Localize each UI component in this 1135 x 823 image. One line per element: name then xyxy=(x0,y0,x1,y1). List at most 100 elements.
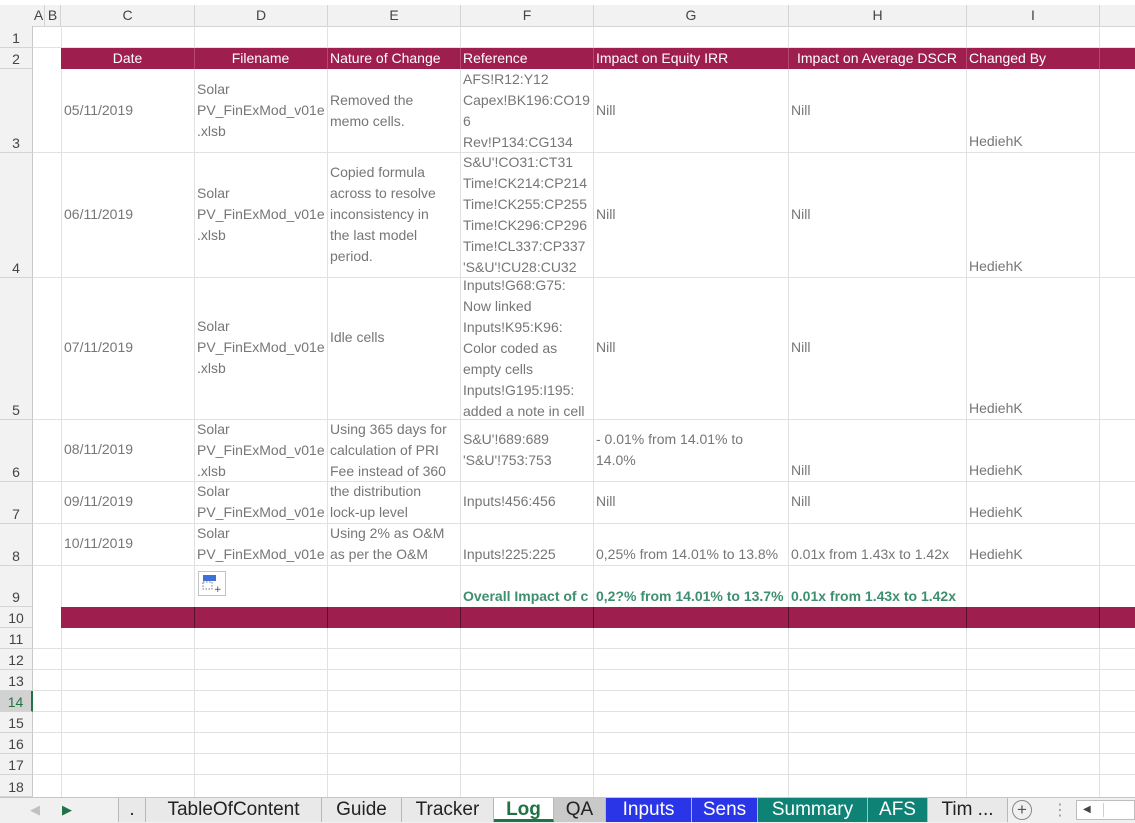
overall-dscr[interactable]: 0.01x from 1.43x to 1.42x xyxy=(791,586,966,607)
sheet-tab-qa[interactable]: QA xyxy=(554,798,606,822)
paste-options-icon[interactable]: + xyxy=(198,571,226,596)
col-header-d[interactable]: D xyxy=(195,5,328,26)
cell-reference[interactable]: Inputs!456:456 xyxy=(463,491,556,512)
cell-date[interactable]: 09/11/2019 xyxy=(64,491,133,512)
cell-reference[interactable]: AFS!R12:Y12 Capex!BK196:CO19 6 Rev!P134:… xyxy=(463,69,593,153)
cell-dscr[interactable]: Nill xyxy=(791,337,810,358)
overall-irr[interactable]: 0,2?% from 14.01% to 13.7% xyxy=(596,586,788,607)
sheet-tab-inputs[interactable]: Inputs xyxy=(606,798,692,822)
row-header-12[interactable]: 12 xyxy=(0,649,33,670)
sheet-tab-time[interactable]: Tim ... xyxy=(928,798,1008,822)
plus-circle-icon[interactable]: + xyxy=(1012,800,1032,820)
row-header-7[interactable]: 7 xyxy=(0,482,33,524)
scroll-left-icon[interactable]: ◀ xyxy=(1083,804,1091,815)
col-header-i[interactable]: I xyxy=(967,5,1100,26)
col-header-e[interactable]: E xyxy=(328,5,461,26)
cell-filename[interactable]: Solar PV_FinExMod_v01e .xlsb xyxy=(197,183,327,246)
sheet-tab-guide[interactable]: Guide xyxy=(322,798,402,822)
cell-date[interactable]: 08/11/2019 xyxy=(64,439,133,460)
sheet-tab-dot[interactable]: . xyxy=(118,798,146,822)
row-header-6[interactable]: 6 xyxy=(0,420,33,482)
cell-changed-by[interactable]: HediehK xyxy=(969,131,1023,152)
cell-changed-by[interactable]: HediehK xyxy=(969,256,1023,277)
header-changed-by[interactable]: Changed By xyxy=(969,48,1100,68)
sheet-tab-tracker[interactable]: Tracker xyxy=(402,798,494,822)
cell-reference[interactable]: S&U'!689:689 'S&U'!753:753 xyxy=(463,429,593,471)
row-header-2[interactable]: 2 xyxy=(0,48,33,69)
header-nature[interactable]: Nature of Change xyxy=(330,48,461,68)
cell-date[interactable]: 07/11/2019 xyxy=(64,337,133,358)
cell-changed-by[interactable]: HediehK xyxy=(969,460,1023,481)
row-header-17[interactable]: 17 xyxy=(0,754,33,775)
col-header-h[interactable]: H xyxy=(789,5,967,26)
header-reference[interactable]: Reference xyxy=(463,48,594,68)
cell-nature[interactable]: Using 2% as O&M as per the O&M xyxy=(330,523,460,566)
cell-nature[interactable]: Copied formula across to resolve inconsi… xyxy=(330,162,460,267)
cell-reference[interactable]: Inputs!G68:G75: Now linked Inputs!K95:K9… xyxy=(463,275,593,420)
scroll-thumb[interactable] xyxy=(1103,803,1134,817)
cell-irr[interactable]: Nill xyxy=(596,337,615,358)
sheet-tab-tableofcontent[interactable]: TableOfContent xyxy=(146,798,322,822)
row-header-9[interactable]: 9 xyxy=(0,566,33,607)
row-header-8[interactable]: 8 xyxy=(0,524,33,566)
gridline xyxy=(33,774,1135,775)
triangle-left-icon[interactable]: ◀ xyxy=(30,802,40,818)
sheet-tab-log[interactable]: Log xyxy=(494,798,554,822)
row-header-14[interactable]: 14 xyxy=(0,691,33,712)
cell-nature[interactable]: Using 365 days for calculation of PRI Fe… xyxy=(330,419,460,482)
row-header-4[interactable]: 4 xyxy=(0,153,33,278)
cell-filename[interactable]: Solar PV_FinExMod_v01e .xlsb xyxy=(197,316,327,379)
row-header-11[interactable]: 11 xyxy=(0,628,33,649)
header-dscr[interactable]: Impact on Average DSCR xyxy=(797,48,967,68)
cell-dscr[interactable]: Nill xyxy=(791,460,810,481)
header-filename[interactable]: Filename xyxy=(194,48,327,68)
cell-filename[interactable]: Solar PV_FinExMod_v01e .xlsb xyxy=(197,419,327,482)
header-irr[interactable]: Impact on Equity IRR xyxy=(596,48,789,68)
cell-filename[interactable]: Solar PV_FinExMod_v01e xyxy=(197,523,327,566)
cell-irr[interactable]: Nill xyxy=(596,491,615,512)
cell-reference[interactable]: Inputs!225:225 xyxy=(463,544,556,565)
cell-nature[interactable]: the distribution lock-up level xyxy=(330,481,460,524)
sheet-tab-afs[interactable]: AFS xyxy=(868,798,928,822)
cell-reference[interactable]: S&U'!CO31:CT31 Time!CK214:CP214 Time!CK2… xyxy=(463,152,593,278)
col-header-c[interactable]: C xyxy=(61,5,195,26)
triangle-right-icon[interactable]: ▶ xyxy=(62,802,72,818)
cell-date[interactable]: 10/11/2019 xyxy=(64,533,133,554)
cell-nature[interactable]: Removed the memo cells. xyxy=(330,90,460,132)
horizontal-scrollbar[interactable]: ◀ xyxy=(1076,800,1135,820)
row-header-5[interactable]: 5 xyxy=(0,278,33,420)
row-header-3[interactable]: 3 xyxy=(0,69,33,153)
cell-changed-by[interactable]: HediehK xyxy=(969,398,1023,419)
row-header-16[interactable]: 16 xyxy=(0,733,33,754)
row-header-15[interactable]: 15 xyxy=(0,712,33,733)
cell-filename[interactable]: Solar PV_FinExMod_v01e .xlsb xyxy=(197,79,327,142)
header-date[interactable]: Date xyxy=(61,48,194,68)
cell-irr[interactable]: 0,25% from 14.01% to 13.8% xyxy=(596,544,788,565)
cell-irr[interactable]: Nill xyxy=(596,100,615,121)
overall-label[interactable]: Overall Impact of c xyxy=(463,586,593,607)
cell-dscr[interactable]: Nill xyxy=(791,204,810,225)
spreadsheet-grid[interactable]: A B C D E F G H I 1 2 3 4 5 6 7 8 9 10 1… xyxy=(0,0,1135,797)
col-header-a[interactable]: A xyxy=(33,5,45,26)
cell-changed-by[interactable]: HediehK xyxy=(969,544,1023,565)
row-header-10[interactable]: 10 xyxy=(0,607,33,628)
cell-irr[interactable]: - 0.01% from 14.01% to 14.0% xyxy=(596,429,788,471)
cell-dscr[interactable]: 0.01x from 1.43x to 1.42x xyxy=(791,544,966,565)
row-header-1[interactable]: 1 xyxy=(0,26,33,48)
sheet-tab-sens[interactable]: Sens xyxy=(692,798,758,822)
row-header-18[interactable]: 18 xyxy=(0,775,33,797)
cell-dscr[interactable]: Nill xyxy=(791,491,810,512)
more-options-icon[interactable]: ⋮ xyxy=(1052,800,1068,820)
cell-dscr[interactable]: Nill xyxy=(791,100,810,121)
row-header-13[interactable]: 13 xyxy=(0,670,33,691)
cell-date[interactable]: 05/11/2019 xyxy=(64,100,133,121)
cell-irr[interactable]: Nill xyxy=(596,204,615,225)
col-header-g[interactable]: G xyxy=(594,5,789,26)
sheet-tab-summary[interactable]: Summary xyxy=(758,798,868,822)
col-header-b[interactable]: B xyxy=(45,5,61,26)
cell-nature[interactable]: Idle cells xyxy=(330,327,460,348)
col-header-f[interactable]: F xyxy=(461,5,594,26)
cell-date[interactable]: 06/11/2019 xyxy=(64,204,133,225)
cell-filename[interactable]: Solar PV_FinExMod_v01e xyxy=(197,481,327,524)
cell-changed-by[interactable]: HediehK xyxy=(969,502,1023,523)
